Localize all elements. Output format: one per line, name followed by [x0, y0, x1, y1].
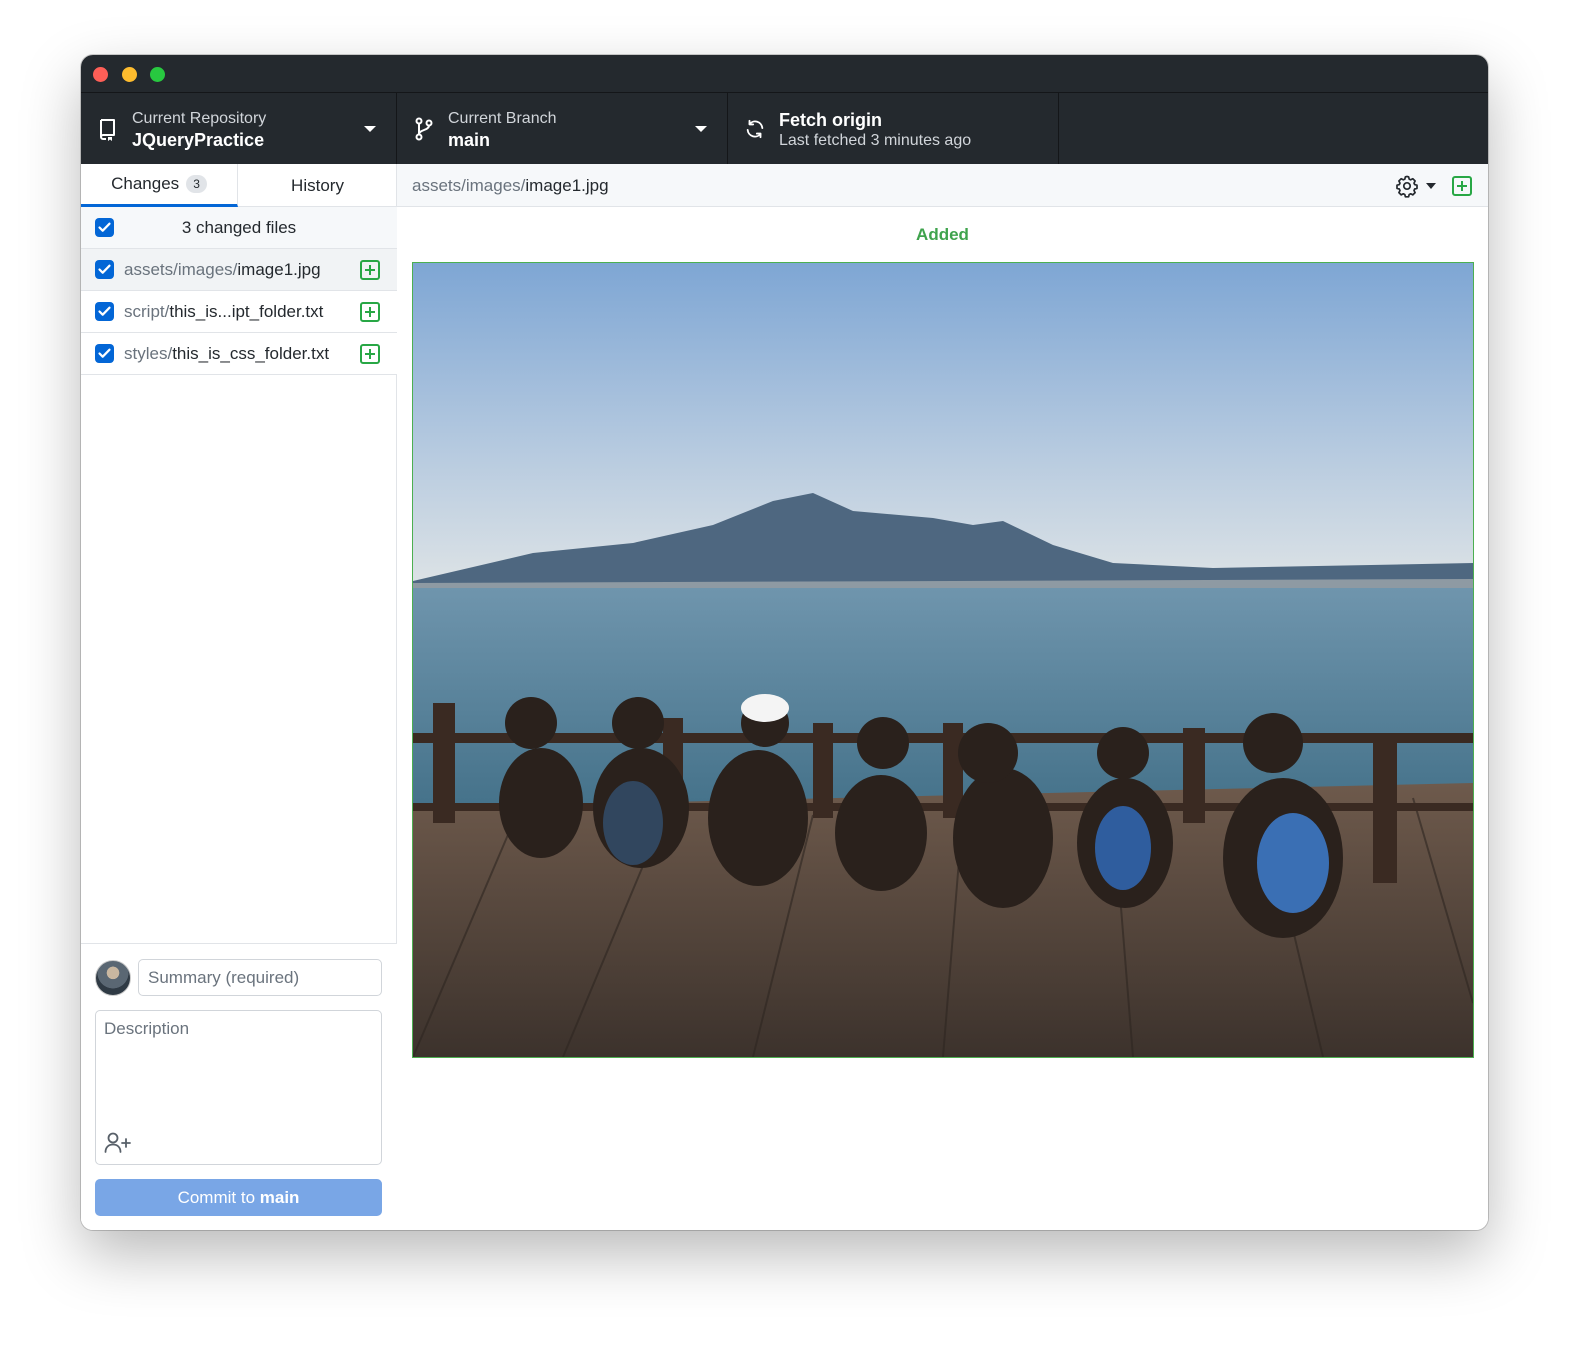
- commit-button-prefix: Commit to: [177, 1188, 260, 1207]
- file-list-item[interactable]: script/this_is...ipt_folder.txt: [81, 291, 397, 333]
- close-window-button[interactable]: [93, 67, 108, 82]
- commit-button[interactable]: Commit to main: [95, 1179, 382, 1216]
- file-list-item[interactable]: assets/images/image1.jpg: [81, 249, 397, 291]
- diff-file-path: assets/images/image1.jpg: [412, 176, 609, 196]
- diff-file-name: image1.jpg: [525, 176, 609, 195]
- summary-input[interactable]: [138, 959, 382, 996]
- plus-square-icon: [360, 260, 380, 280]
- select-all-checkbox[interactable]: [95, 218, 114, 237]
- person-add-icon[interactable]: [104, 1131, 132, 1155]
- file-list-item[interactable]: styles/this_is_css_folder.txt: [81, 333, 397, 375]
- description-box: [95, 1010, 382, 1165]
- checkmark-icon: [98, 348, 111, 358]
- file-directory: assets/images/: [124, 260, 238, 279]
- zoom-window-button[interactable]: [150, 67, 165, 82]
- app-window: Current Repository JQueryPractice Curren…: [81, 55, 1488, 1230]
- file-directory: script/: [124, 302, 170, 321]
- description-input[interactable]: [96, 1011, 381, 1121]
- tab-changes-label: Changes: [111, 174, 180, 193]
- checkmark-icon: [98, 264, 111, 274]
- plus-square-icon: [360, 302, 380, 322]
- chevron-down-icon: [695, 126, 707, 132]
- repo-icon: [100, 119, 115, 141]
- fetch-origin-button[interactable]: Fetch origin Last fetched 3 minutes ago: [728, 93, 1059, 165]
- file-name: image1.jpg: [237, 260, 321, 279]
- changed-files-count: 3 changed files: [181, 218, 297, 237]
- checkmark-icon: [98, 222, 111, 232]
- commit-message-area: Commit to main: [81, 943, 397, 1230]
- chevron-down-icon: [364, 126, 376, 132]
- current-branch-label: Current Branch: [448, 110, 557, 127]
- title-bar: [81, 55, 1488, 92]
- current-repository-label: Current Repository: [132, 110, 267, 127]
- file-include-checkbox[interactable]: [95, 344, 114, 363]
- last-fetched-status: Last fetched 3 minutes ago: [779, 132, 972, 149]
- current-repository-name: JQueryPractice: [132, 130, 265, 150]
- plus-square-icon: [1452, 176, 1472, 196]
- changed-files-header: 3 changed files: [81, 207, 397, 249]
- changes-sidebar: Changes 3 History 3 changed files assets…: [81, 164, 397, 1230]
- current-branch-button[interactable]: Current Branch main: [397, 93, 728, 165]
- image-preview-picture: [413, 263, 1473, 1057]
- avatar: [95, 960, 131, 996]
- file-name: this_is_css_folder.txt: [172, 344, 330, 363]
- current-repository-button[interactable]: Current Repository JQueryPractice: [81, 93, 397, 165]
- file-include-checkbox[interactable]: [95, 260, 114, 279]
- diff-view: assets/images/image1.jpg Added: [397, 164, 1488, 1230]
- changes-count-badge: 3: [186, 175, 207, 193]
- file-path: script/this_is...ipt_folder.txt: [124, 302, 323, 322]
- file-name: this_is...ipt_folder.txt: [169, 302, 324, 321]
- fetch-origin-label: Fetch origin: [779, 110, 882, 130]
- file-path: assets/images/image1.jpg: [124, 260, 321, 280]
- diff-file-directory: assets/images/: [412, 176, 526, 195]
- file-include-checkbox[interactable]: [95, 302, 114, 321]
- image-preview: [412, 262, 1474, 1058]
- file-path: styles/this_is_css_folder.txt: [124, 344, 329, 364]
- minimize-window-button[interactable]: [122, 67, 137, 82]
- current-branch-name: main: [448, 130, 491, 150]
- tab-history-label: History: [291, 175, 344, 195]
- sync-icon: [746, 119, 764, 139]
- tab-history[interactable]: History: [238, 164, 397, 207]
- tab-changes[interactable]: Changes 3: [81, 164, 238, 207]
- gear-icon[interactable]: [1395, 174, 1419, 198]
- file-directory: styles/: [124, 344, 173, 363]
- diff-status-label: Added: [916, 225, 969, 244]
- branch-icon: [415, 117, 433, 141]
- diff-path-bar: assets/images/image1.jpg: [397, 164, 1488, 207]
- plus-square-icon: [360, 344, 380, 364]
- checkmark-icon: [98, 306, 111, 316]
- sidebar-tabs: Changes 3 History: [81, 164, 397, 207]
- commit-button-branch: main: [259, 1188, 300, 1207]
- chevron-down-icon[interactable]: [1426, 183, 1436, 189]
- toolbar: Current Repository JQueryPractice Curren…: [81, 92, 1488, 165]
